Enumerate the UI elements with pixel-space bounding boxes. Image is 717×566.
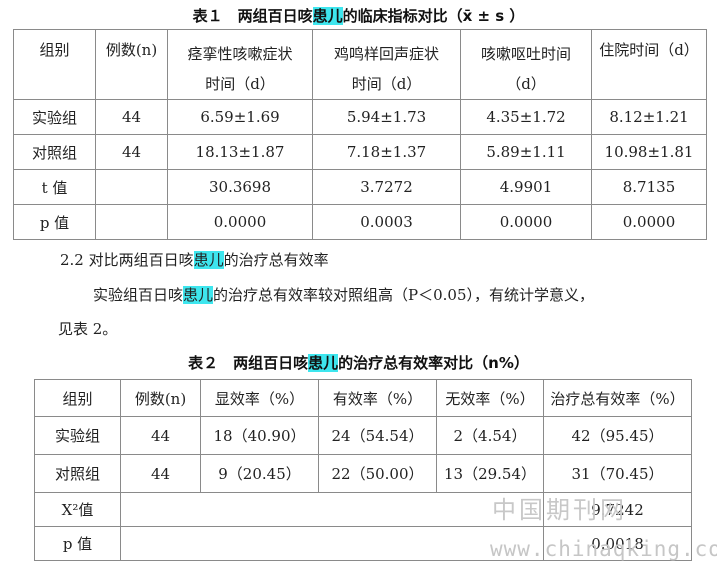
table2-header-cell: 无效率（%） [436, 379, 544, 417]
table2-header-cell: 显效率（%） [200, 379, 319, 417]
table2-header-cell: 治疗总有效率（%） [543, 379, 692, 417]
table1-cell: t 值 [13, 169, 96, 205]
table2-cell: 22（50.00） [318, 454, 437, 493]
table-row: t 值 30.3698 3.7272 4.9901 8.7135 [13, 169, 707, 205]
table1-caption: 表１ 两组百日咳患儿的临床指标对比（x̄ ± s ） [192, 7, 525, 25]
table2-header-row: 组别 例数(n) 显效率（%） 有效率（%） 无效率（%） 治疗总有效率（%） [34, 379, 692, 417]
table1-cell: 8.12±1.21 [591, 99, 707, 135]
table1-cell: 4.35±1.72 [460, 99, 592, 135]
table1-cell: 7.18±1.37 [312, 134, 461, 170]
table1-header-cell: 例数(n) [95, 29, 168, 100]
table1-header-cell: 鸡鸣样回声症状时间（d） [312, 29, 461, 100]
table2-cell: 42（95.45） [543, 416, 692, 455]
table1-cell: 3.7272 [312, 169, 461, 205]
table2-cell: 24（54.54） [318, 416, 437, 455]
table1-cell: 8.7135 [591, 169, 707, 205]
table2-cell: 实验组 [34, 416, 121, 455]
table1-header-cell: 痉挛性咳嗽症状时间（d） [167, 29, 313, 100]
table1: 组别 例数(n) 痉挛性咳嗽症状时间（d） 鸡鸣样回声症状时间（d） 咳嗽呕吐时… [13, 29, 707, 240]
watermark-url: www.chinaqking.com [490, 537, 717, 561]
table1-cell: 0.0000 [460, 204, 592, 240]
body-paragraph: 实验组百日咳患儿的治疗总有效率较对照组高（P＜0.05），有统计学意义， [93, 286, 595, 304]
table2-cell: 18（40.90） [200, 416, 319, 455]
table2-cell: 对照组 [34, 454, 121, 493]
table1-header-cell: 住院时间（d） [591, 29, 707, 100]
section-heading: 2.2 对比两组百日咳患儿的治疗总有效率 [60, 251, 329, 269]
table1-cell: 对照组 [13, 134, 96, 170]
table1-cell: 4.9901 [460, 169, 592, 205]
table2: 组别 例数(n) 显效率（%） 有效率（%） 无效率（%） 治疗总有效率（%） … [34, 379, 692, 561]
table1-cell: 10.98±1.81 [591, 134, 707, 170]
table1-header-cell: 咳嗽呕吐时间（d） [460, 29, 592, 100]
table-row: p 值 0.0000 0.0003 0.0000 0.0000 [13, 204, 707, 240]
table2-empty-merged-cell [120, 526, 544, 561]
table2-caption: 表２ 两组百日咳患儿的治疗总有效率对比（n%） [188, 354, 529, 372]
table2-header-cell: 例数(n) [120, 379, 201, 417]
table2-header-cell: 有效率（%） [318, 379, 437, 417]
table2-header-cell: 组别 [34, 379, 121, 417]
table1-cell [95, 204, 168, 240]
table2-cell: 44 [120, 454, 201, 493]
table1-cell: 44 [95, 134, 168, 170]
p-value-label-cell: p 值 [34, 526, 121, 561]
table1-cell: 6.59±1.69 [167, 99, 313, 135]
table1-header-cell: 组别 [13, 29, 96, 100]
table2-cell: 9（20.45） [200, 454, 319, 493]
chi-square-label-cell: X²值 [34, 492, 121, 527]
table-row: 对照组 44 18.13±1.87 7.18±1.37 5.89±1.11 10… [13, 134, 707, 170]
table1-cell: 0.0000 [167, 204, 313, 240]
table1-cell: 5.89±1.11 [460, 134, 592, 170]
table1-cell: 18.13±1.87 [167, 134, 313, 170]
table1-cell: 实验组 [13, 99, 96, 135]
table-row: 实验组 44 6.59±1.69 5.94±1.73 4.35±1.72 8.1… [13, 99, 707, 135]
table-row: 实验组 44 18（40.90） 24（54.54） 2（4.54） 42（95… [34, 416, 692, 455]
table2-empty-merged-cell [120, 492, 544, 527]
table2-cell: 2（4.54） [436, 416, 544, 455]
table2-cell: 31（70.45） [543, 454, 692, 493]
table1-header-row: 组别 例数(n) 痉挛性咳嗽症状时间（d） 鸡鸣样回声症状时间（d） 咳嗽呕吐时… [13, 29, 707, 100]
table1-cell: 0.0003 [312, 204, 461, 240]
table-row: 对照组 44 9（20.45） 22（50.00） 13（29.54） 31（7… [34, 454, 692, 493]
table1-cell: 0.0000 [591, 204, 707, 240]
table1-cell: p 值 [13, 204, 96, 240]
table1-cell [95, 169, 168, 205]
watermark-site-name: 中国期刊网 [492, 496, 627, 524]
table2-cell: 13（29.54） [436, 454, 544, 493]
table1-cell: 44 [95, 99, 168, 135]
body-paragraph-continued: 见表 2。 [58, 320, 118, 338]
table1-cell: 5.94±1.73 [312, 99, 461, 135]
table1-cell: 30.3698 [167, 169, 313, 205]
table2-cell: 44 [120, 416, 201, 455]
